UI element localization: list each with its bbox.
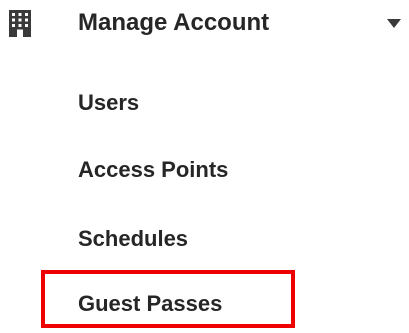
sidebar-nav: Manage Account Users Access Points Sched…	[0, 0, 409, 333]
nav-item-access-points[interactable]: Access Points	[78, 157, 228, 183]
nav-item-schedules[interactable]: Schedules	[78, 226, 188, 252]
nav-item-users[interactable]: Users	[78, 90, 139, 116]
building-icon	[9, 10, 31, 37]
section-title: Manage Account	[78, 9, 270, 36]
chevron-down-icon[interactable]	[387, 19, 401, 28]
manage-account-header[interactable]: Manage Account	[0, 0, 409, 52]
highlight-box	[41, 270, 295, 328]
